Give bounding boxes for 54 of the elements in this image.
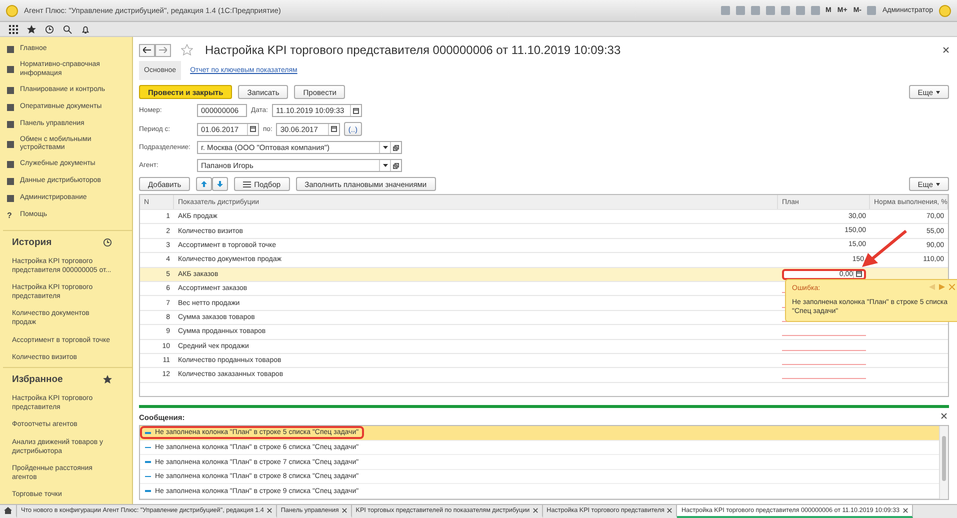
star-icon [103,375,112,384]
dash-icon [145,446,151,448]
close-icon[interactable] [943,47,949,53]
up-arrow-icon [201,181,208,187]
app-logo-icon [6,4,18,16]
section-icon [7,120,14,128]
section-icon [7,86,14,94]
caret-icon [936,90,940,94]
history-icon[interactable] [103,238,112,247]
close-icon[interactable] [266,508,272,513]
star-outline-icon[interactable] [181,44,193,56]
move-down-button[interactable] [212,177,228,191]
back-button[interactable] [139,44,155,56]
section-icon [7,161,14,168]
close-icon[interactable] [667,508,672,513]
calendar-icon[interactable] [331,126,338,132]
section-icon [7,195,14,202]
section-icon [7,178,14,185]
list-icon [243,180,252,188]
star-icon[interactable] [27,24,36,34]
dropdown-icon[interactable] [382,146,388,149]
favorites-title: Избранное [12,374,63,386]
close-icon[interactable] [342,508,347,513]
help-icon: ? [7,210,14,220]
close-icon[interactable] [532,508,538,513]
form-title: Настройка KPI торгового представителя 000000006 от 11.10.2019 10:09:33 [205,43,622,57]
open-icon[interactable] [393,144,399,150]
dash-icon [145,476,151,478]
history-icon[interactable] [45,24,54,34]
scrollbar-thumb[interactable] [942,436,946,482]
calendar-icon[interactable] [250,126,256,132]
open-icon[interactable] [393,162,399,168]
search-icon[interactable] [63,24,72,34]
dropdown-icon[interactable] [382,164,388,167]
apps-grid-icon[interactable] [9,24,18,34]
back-arrow-icon [143,47,151,53]
section-icon [7,66,14,74]
bell-icon[interactable] [81,24,90,34]
move-up-button[interactable] [196,177,212,191]
close-icon[interactable] [902,508,908,513]
dash-icon [145,461,151,463]
calendar-icon[interactable] [856,271,862,278]
close-icon[interactable] [941,413,947,420]
section-icon [7,140,14,148]
forward-arrow-icon [159,47,167,53]
caret-icon [936,182,940,186]
dash-icon [145,432,151,434]
home-icon [4,507,12,514]
dash-icon [145,490,151,492]
section-icon [7,46,14,53]
down-arrow-icon [217,181,224,187]
section-icon [7,104,14,110]
calendar-icon[interactable] [352,108,359,114]
history-title: История [12,237,52,248]
